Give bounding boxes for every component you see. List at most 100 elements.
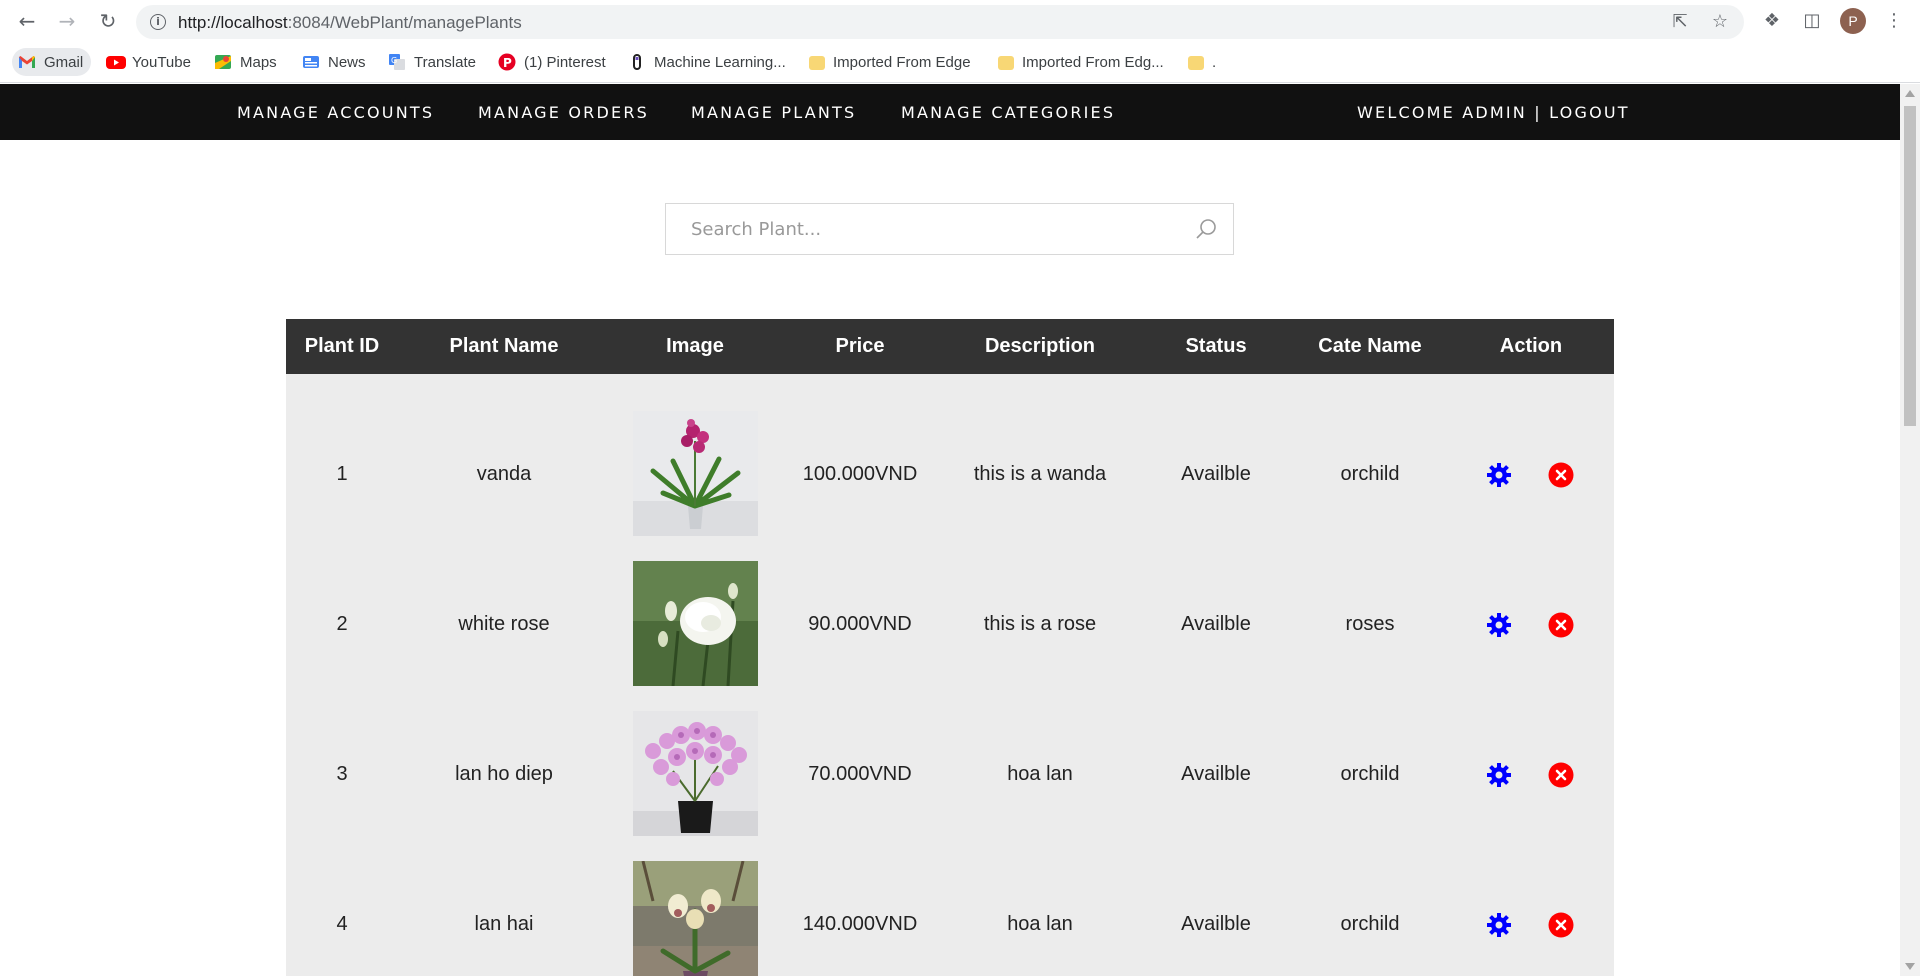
cell-plant-id: 1 [336, 463, 348, 485]
scroll-up-icon[interactable] [1905, 90, 1915, 97]
cell-price: 90.000VND [808, 613, 912, 635]
bookmark-translate[interactable]: G Translate [382, 48, 484, 76]
url-text[interactable]: http://localhost:8084/WebPlant/managePla… [178, 13, 522, 33]
cell-status: Availble [1181, 463, 1251, 485]
gear-icon[interactable] [1486, 462, 1512, 488]
cell-price: 70.000VND [808, 763, 912, 785]
cell-price: 100.000VND [802, 463, 918, 485]
news-icon [302, 53, 320, 71]
header-action: Action [1499, 335, 1563, 357]
delete-icon[interactable] [1548, 912, 1574, 938]
cell-plant-name: vanda [476, 463, 532, 485]
header-cate-name: Cate Name [1318, 335, 1422, 357]
bookmark-label: . [1212, 53, 1217, 71]
cell-status: Availble [1181, 913, 1251, 935]
bookmark-youtube[interactable]: YouTube [100, 48, 199, 76]
plant-image-lan-ho-diep [633, 711, 758, 836]
back-arrow-icon[interactable]: ← [14, 8, 40, 34]
cell-plant-id: 2 [336, 613, 348, 635]
share-icon[interactable]: ⇱ [1670, 12, 1690, 32]
bookmarks-bar: Gmail YouTube Maps News G Translate P (1… [0, 43, 1920, 83]
side-panel-icon[interactable]: ◫ [1800, 9, 1824, 33]
gear-icon[interactable] [1486, 912, 1512, 938]
cell-price: 140.000VND [802, 913, 918, 935]
site-info-icon[interactable]: i [150, 14, 166, 30]
maps-icon [214, 53, 232, 71]
search-icon[interactable] [1195, 218, 1217, 240]
profile-avatar[interactable]: P [1840, 8, 1866, 34]
table-row: 3 lan ho diep 70.000VND hoa lan Availble… [286, 711, 1614, 861]
cell-status: Availble [1181, 613, 1251, 635]
folder-icon [809, 56, 825, 70]
bookmark-maps[interactable]: Maps [208, 48, 285, 76]
cell-description: this is a rose [983, 613, 1097, 635]
ml-icon [628, 53, 646, 71]
bookmark-pinterest[interactable]: P (1) Pinterest [492, 48, 614, 76]
table-header: Plant ID Plant Name Image Price Descript… [286, 319, 1614, 374]
bookmark-star-icon[interactable]: ☆ [1710, 12, 1730, 32]
cell-plant-name: white rose [458, 613, 550, 635]
bookmark-news[interactable]: News [296, 48, 374, 76]
table-row: 4 lan hai 140.000VND hoa lan Availble or… [286, 861, 1614, 976]
cell-description: hoa lan [1007, 763, 1073, 785]
forward-arrow-icon[interactable]: → [54, 8, 80, 34]
delete-icon[interactable] [1548, 462, 1574, 488]
svg-text:G: G [391, 56, 397, 65]
admin-navbar: MANAGE ACCOUNTS MANAGE ORDERS MANAGE PLA… [0, 84, 1900, 140]
header-plant-id: Plant ID [304, 335, 380, 357]
header-image: Image [666, 335, 724, 357]
cell-category: orchild [1340, 763, 1400, 785]
folder-icon [998, 56, 1014, 70]
cell-plant-name: lan ho diep [455, 763, 553, 785]
bookmark-gmail[interactable]: Gmail [12, 48, 92, 76]
bookmark-label: Gmail [44, 53, 84, 71]
pinterest-icon: P [498, 53, 516, 71]
scrollbar-thumb[interactable] [1904, 106, 1916, 426]
header-plant-name: Plant Name [449, 335, 559, 357]
svg-text:P: P [503, 56, 512, 70]
plants-table: Plant ID Plant Name Image Price Descript… [286, 319, 1614, 976]
bookmark-folder-imported-edge-2[interactable]: Imported From Edg... [992, 48, 1172, 76]
cell-plant-id: 3 [336, 763, 348, 785]
bookmark-label: Translate [414, 53, 476, 71]
bookmark-label: Machine Learning... [654, 53, 786, 71]
plant-image-lan-hai [633, 861, 758, 976]
cell-plant-name: lan hai [474, 913, 534, 935]
page-scrollbar[interactable] [1900, 84, 1920, 976]
header-description: Description [984, 335, 1096, 357]
youtube-icon [106, 53, 126, 71]
delete-icon[interactable] [1548, 612, 1574, 638]
bookmark-label: Maps [240, 53, 277, 71]
plant-image-white-rose [633, 561, 758, 686]
browser-toolbar: ← → ↻ i http://localhost:8084/WebPlant/m… [0, 0, 1920, 43]
address-bar[interactable]: i http://localhost:8084/WebPlant/manageP… [136, 5, 1744, 39]
cell-status: Availble [1181, 763, 1251, 785]
gear-icon[interactable] [1486, 612, 1512, 638]
search-input[interactable] [666, 204, 1186, 254]
header-status: Status [1185, 335, 1247, 357]
extensions-puzzle-icon[interactable]: ❖ [1760, 9, 1784, 33]
nav-manage-plants[interactable]: MANAGE PLANTS [691, 103, 856, 122]
header-price: Price [835, 335, 885, 357]
bookmark-folder-dot[interactable]: . [1182, 48, 1224, 76]
cell-plant-id: 4 [336, 913, 348, 935]
nav-manage-orders[interactable]: MANAGE ORDERS [478, 103, 649, 122]
translate-icon: G [388, 53, 406, 71]
cell-description: hoa lan [1007, 913, 1073, 935]
bookmark-label: Imported From Edg... [1022, 53, 1164, 71]
cell-description: this is a wanda [973, 463, 1107, 485]
bookmark-label: Imported From Edge [833, 53, 971, 71]
reload-icon[interactable]: ↻ [95, 8, 121, 34]
welcome-logout-link[interactable]: WELCOME ADMIN | LOGOUT [1357, 103, 1630, 122]
gear-icon[interactable] [1486, 762, 1512, 788]
bookmark-folder-imported-edge[interactable]: Imported From Edge [803, 48, 979, 76]
menu-kebab-icon[interactable]: ⋮ [1882, 9, 1906, 33]
search-box [665, 203, 1234, 255]
nav-manage-categories[interactable]: MANAGE CATEGORIES [901, 103, 1115, 122]
bookmark-label: YouTube [132, 53, 191, 71]
scroll-down-icon[interactable] [1905, 963, 1915, 970]
bookmark-machine-learning[interactable]: Machine Learning... [622, 48, 794, 76]
nav-manage-accounts[interactable]: MANAGE ACCOUNTS [237, 103, 434, 122]
delete-icon[interactable] [1548, 762, 1574, 788]
bookmark-label: News [328, 53, 366, 71]
